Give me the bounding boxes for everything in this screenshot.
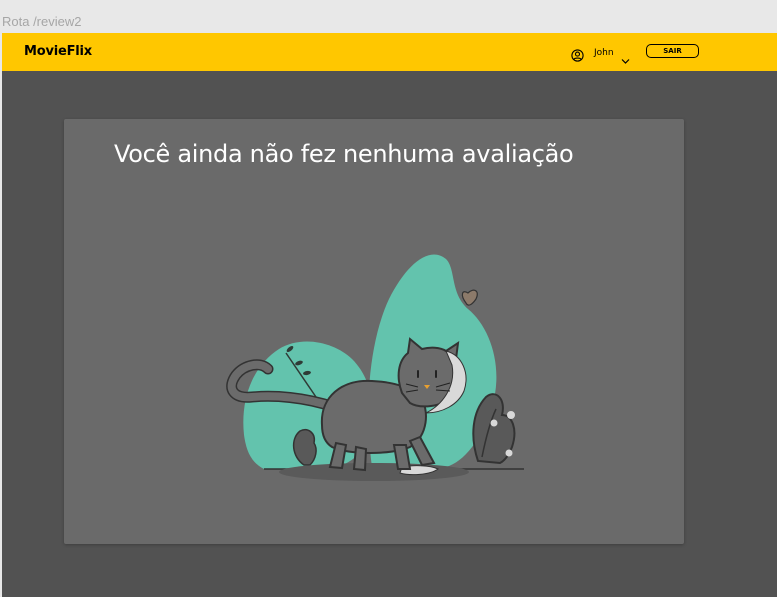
user-menu[interactable]: John bbox=[571, 46, 630, 64]
navbar: MovieFlix John SAIR bbox=[2, 33, 777, 71]
cat-illustration bbox=[224, 247, 534, 487]
logout-button[interactable]: SAIR bbox=[646, 44, 699, 58]
chevron-down-icon bbox=[621, 50, 630, 64]
user-circle-icon bbox=[571, 47, 584, 62]
empty-reviews-card: Você ainda não fez nenhuma avaliação bbox=[64, 119, 684, 544]
brand-logo[interactable]: MovieFlix bbox=[24, 44, 92, 59]
route-label: Rota /review2 bbox=[2, 14, 82, 29]
app-frame: MovieFlix John SAIR Você ainda não fez n… bbox=[2, 33, 777, 597]
empty-reviews-message: Você ainda não fez nenhuma avaliação bbox=[114, 140, 574, 168]
user-name: John bbox=[594, 48, 614, 58]
